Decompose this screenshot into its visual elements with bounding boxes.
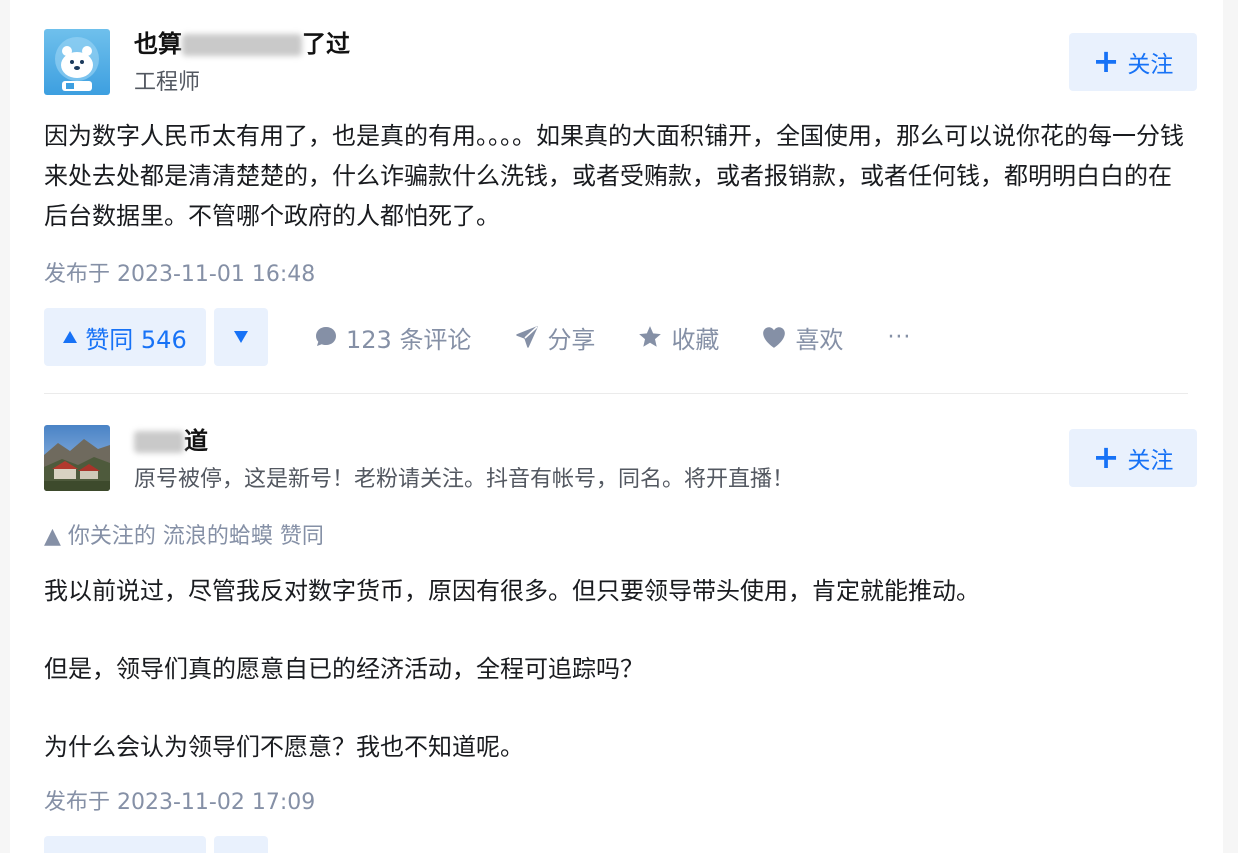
author-headline: 工程师 <box>134 70 201 95</box>
author-name-end: 道 <box>184 427 208 455</box>
author-name[interactable]: 也算 了过 <box>134 24 350 59</box>
answer-paragraph: 我以前说过，尽管我反对数字货币，原因有很多。但只要领导带头使用，肯定就能推动。 <box>44 577 980 605</box>
answer-item: 道 原号被停，这是新号！老粉请关注。抖音有帐号，同名。将开直播！ + 关注 ▲ … <box>44 395 1197 853</box>
action-bar <box>44 836 268 853</box>
heart-icon <box>763 327 786 348</box>
voted-by-notice: ▲ 你关注的 流浪的蛤蟆 赞同 <box>44 524 324 549</box>
author-name-blur <box>182 34 302 56</box>
answer-paragraph: 因为数字人民币太有用了，也是真的有用。。。。如果真的大面积铺开，全国使用，那么可… <box>44 122 1184 230</box>
action-bar: 赞同 546 123 条评论 分享 收藏 喜欢 ··· <box>44 308 911 366</box>
answer-content: 我以前说过，尽管我反对数字货币，原因有很多。但只要领导带头使用，肯定就能推动。 … <box>44 571 1188 767</box>
share-icon <box>516 326 539 348</box>
comment-button[interactable]: 123 条评论 <box>314 320 471 355</box>
follow-button[interactable]: + 关注 <box>1069 33 1197 91</box>
follow-button-label: 关注 <box>1127 52 1174 78</box>
vote-up-button[interactable] <box>44 836 206 853</box>
answer-paragraph: 为什么会认为领导们不愿意？我也不知道呢。 <box>44 733 524 761</box>
author-name-blur <box>134 431 184 453</box>
share-label: 分享 <box>547 325 596 354</box>
author-headline: 原号被停，这是新号！老粉请关注。抖音有帐号，同名。将开直播！ <box>134 467 795 492</box>
answer-content: 因为数字人民币太有用了，也是真的有用。。。。如果真的大面积铺开，全国使用，那么可… <box>44 116 1188 236</box>
author-name[interactable]: 道 <box>134 421 208 456</box>
comment-icon <box>316 327 336 346</box>
share-button[interactable]: 分享 <box>515 320 595 355</box>
like-button[interactable]: 喜欢 <box>761 320 843 355</box>
like-label: 喜欢 <box>795 325 844 354</box>
avatar[interactable] <box>44 29 110 95</box>
answer-item: 也算 了过 工程师 + 关注 因为数字人民币太有用了，也是真的有用。。。。如果真的… <box>44 0 1197 390</box>
vote-down-button[interactable] <box>214 308 268 366</box>
plus-icon: + <box>1092 437 1120 476</box>
plus-icon: + <box>1092 41 1120 80</box>
follow-button[interactable]: + 关注 <box>1069 429 1197 487</box>
divider <box>44 393 1188 394</box>
vote-up-button[interactable]: 赞同 546 <box>44 308 206 366</box>
avatar[interactable] <box>44 425 110 491</box>
triangle-up-icon <box>63 331 78 343</box>
star-icon <box>639 326 662 347</box>
author-name-start: 也算 <box>134 30 182 58</box>
answer-paragraph: 但是，领导们真的愿意自已的经济活动，全程可追踪吗？ <box>44 655 644 683</box>
answer-list-card: 也算 了过 工程师 + 关注 因为数字人民币太有用了，也是真的有用。。。。如果真的… <box>10 0 1223 853</box>
collect-label: 收藏 <box>671 325 720 354</box>
triangle-down-icon <box>234 331 248 343</box>
collect-button[interactable]: 收藏 <box>637 320 719 355</box>
more-button[interactable]: ··· <box>887 325 911 350</box>
avatar-image <box>44 29 110 95</box>
comment-label: 123 条评论 <box>346 325 472 354</box>
vote-down-button[interactable] <box>214 836 268 853</box>
follow-button-label: 关注 <box>1127 448 1174 474</box>
publish-time[interactable]: 发布于 2023-11-02 17:09 <box>44 784 315 816</box>
publish-time[interactable]: 发布于 2023-11-01 16:48 <box>44 256 315 288</box>
vote-up-label: 赞同 546 <box>85 325 187 354</box>
avatar-image <box>44 425 110 491</box>
author-name-end: 了过 <box>302 30 350 58</box>
